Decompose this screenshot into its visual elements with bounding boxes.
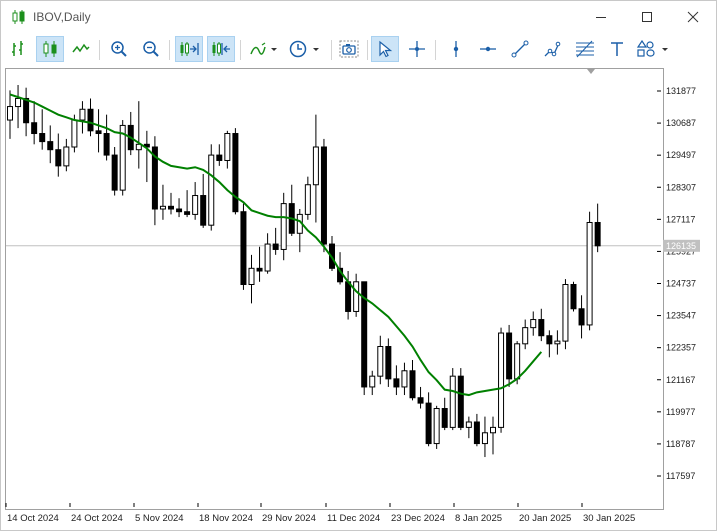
- bearish-candle: [409, 370, 416, 399]
- y-tick-label: 129497: [666, 150, 696, 160]
- bearish-candle: [256, 267, 263, 272]
- current-price-label: 126135: [666, 241, 696, 251]
- bearish-candle: [232, 133, 239, 213]
- x-tick-label: 5 Nov 2024: [135, 513, 184, 524]
- bullish-candle: [353, 281, 360, 312]
- bullish-candle: [280, 203, 287, 250]
- bearish-candle: [176, 208, 183, 213]
- bearish-candle: [39, 133, 46, 143]
- bearish-candle: [570, 283, 577, 310]
- bearish-candle: [23, 97, 30, 124]
- bullish-candle: [7, 106, 13, 121]
- bearish-candle: [47, 141, 54, 151]
- bullish-candle: [433, 408, 440, 445]
- y-tick-label: 118787: [666, 439, 695, 449]
- y-tick-label: 122357: [666, 343, 696, 353]
- x-tick-label: 30 Jan 2025: [583, 513, 635, 524]
- bearish-candle: [184, 211, 191, 215]
- bullish-candle: [304, 184, 311, 215]
- chart-shift-marker: [587, 69, 595, 74]
- bullish-candle: [71, 119, 78, 148]
- bearish-candle: [538, 319, 545, 337]
- x-tick-label: 14 Oct 2024: [7, 513, 59, 524]
- bullish-candle: [369, 375, 376, 388]
- bearish-candle: [216, 154, 223, 161]
- bullish-candle: [208, 154, 215, 226]
- bullish-candle: [514, 343, 521, 380]
- bearish-candle: [546, 335, 553, 345]
- bearish-candle: [320, 146, 327, 245]
- bearish-candle: [200, 195, 207, 226]
- bearish-candle: [578, 308, 585, 326]
- bullish-candle: [562, 283, 569, 342]
- bullish-candle: [79, 108, 86, 121]
- bearish-candle: [385, 346, 392, 380]
- x-tick-label: 11 Dec 2024: [327, 513, 380, 524]
- bullish-candle: [490, 426, 496, 434]
- bullish-candle: [192, 195, 199, 215]
- bearish-candle: [95, 130, 102, 135]
- bullish-candle: [312, 146, 319, 186]
- bearish-candle: [393, 378, 400, 388]
- bearish-candle: [417, 397, 424, 404]
- y-tick-label: 128307: [666, 182, 696, 192]
- bearish-candle: [87, 108, 94, 132]
- bearish-candle: [506, 332, 513, 380]
- x-tick-label: 23 Dec 2024: [391, 513, 445, 524]
- y-tick-label: 127117: [666, 214, 695, 224]
- ibov-daily-chart[interactable]: 1318771306871294971283071271171259271247…: [1, 1, 716, 530]
- bullish-candle: [449, 375, 456, 428]
- bullish-candle: [522, 327, 529, 345]
- bearish-candle: [103, 133, 110, 156]
- bearish-candle: [240, 211, 247, 285]
- bullish-candle: [159, 205, 166, 210]
- bearish-candle: [594, 221, 601, 247]
- bullish-candle: [63, 146, 70, 167]
- bearish-candle: [473, 421, 480, 445]
- bearish-candle: [457, 375, 464, 428]
- y-tick-label: 124737: [666, 279, 696, 289]
- x-tick-label: 20 Jan 2025: [519, 513, 571, 524]
- y-tick-label: 131877: [666, 86, 696, 96]
- x-tick-label: 8 Jan 2025: [455, 513, 502, 524]
- bearish-candle: [441, 408, 448, 428]
- bullish-candle: [586, 221, 593, 326]
- bullish-candle: [498, 332, 505, 428]
- bullish-candle: [530, 319, 537, 329]
- y-tick-label: 121167: [666, 375, 695, 385]
- bearish-candle: [425, 402, 432, 445]
- bearish-candle: [55, 149, 62, 167]
- bearish-candle: [168, 205, 174, 210]
- bullish-candle: [377, 346, 384, 377]
- y-tick-label: 119977: [666, 407, 695, 417]
- bearish-candle: [111, 154, 118, 191]
- x-tick-label: 18 Nov 2024: [199, 513, 253, 524]
- bullish-candle: [465, 421, 472, 428]
- x-tick-label: 24 Oct 2024: [71, 513, 123, 524]
- bullish-candle: [264, 243, 271, 272]
- bearish-candle: [345, 281, 352, 312]
- bullish-candle: [401, 370, 408, 388]
- y-tick-label: 130687: [666, 118, 696, 128]
- bullish-candle: [248, 267, 255, 285]
- bullish-candle: [224, 133, 231, 161]
- y-tick-label: 117597: [666, 471, 695, 481]
- bullish-candle: [481, 432, 488, 445]
- y-tick-label: 123547: [666, 311, 696, 321]
- terminal-window: IBOV,Daily 131877 130687 129497 128307 1…: [0, 0, 717, 531]
- x-tick-label: 29 Nov 2024: [262, 513, 316, 524]
- bullish-candle: [15, 97, 22, 108]
- bearish-candle: [272, 243, 279, 250]
- bullish-candle: [554, 340, 561, 345]
- bearish-candle: [31, 122, 38, 135]
